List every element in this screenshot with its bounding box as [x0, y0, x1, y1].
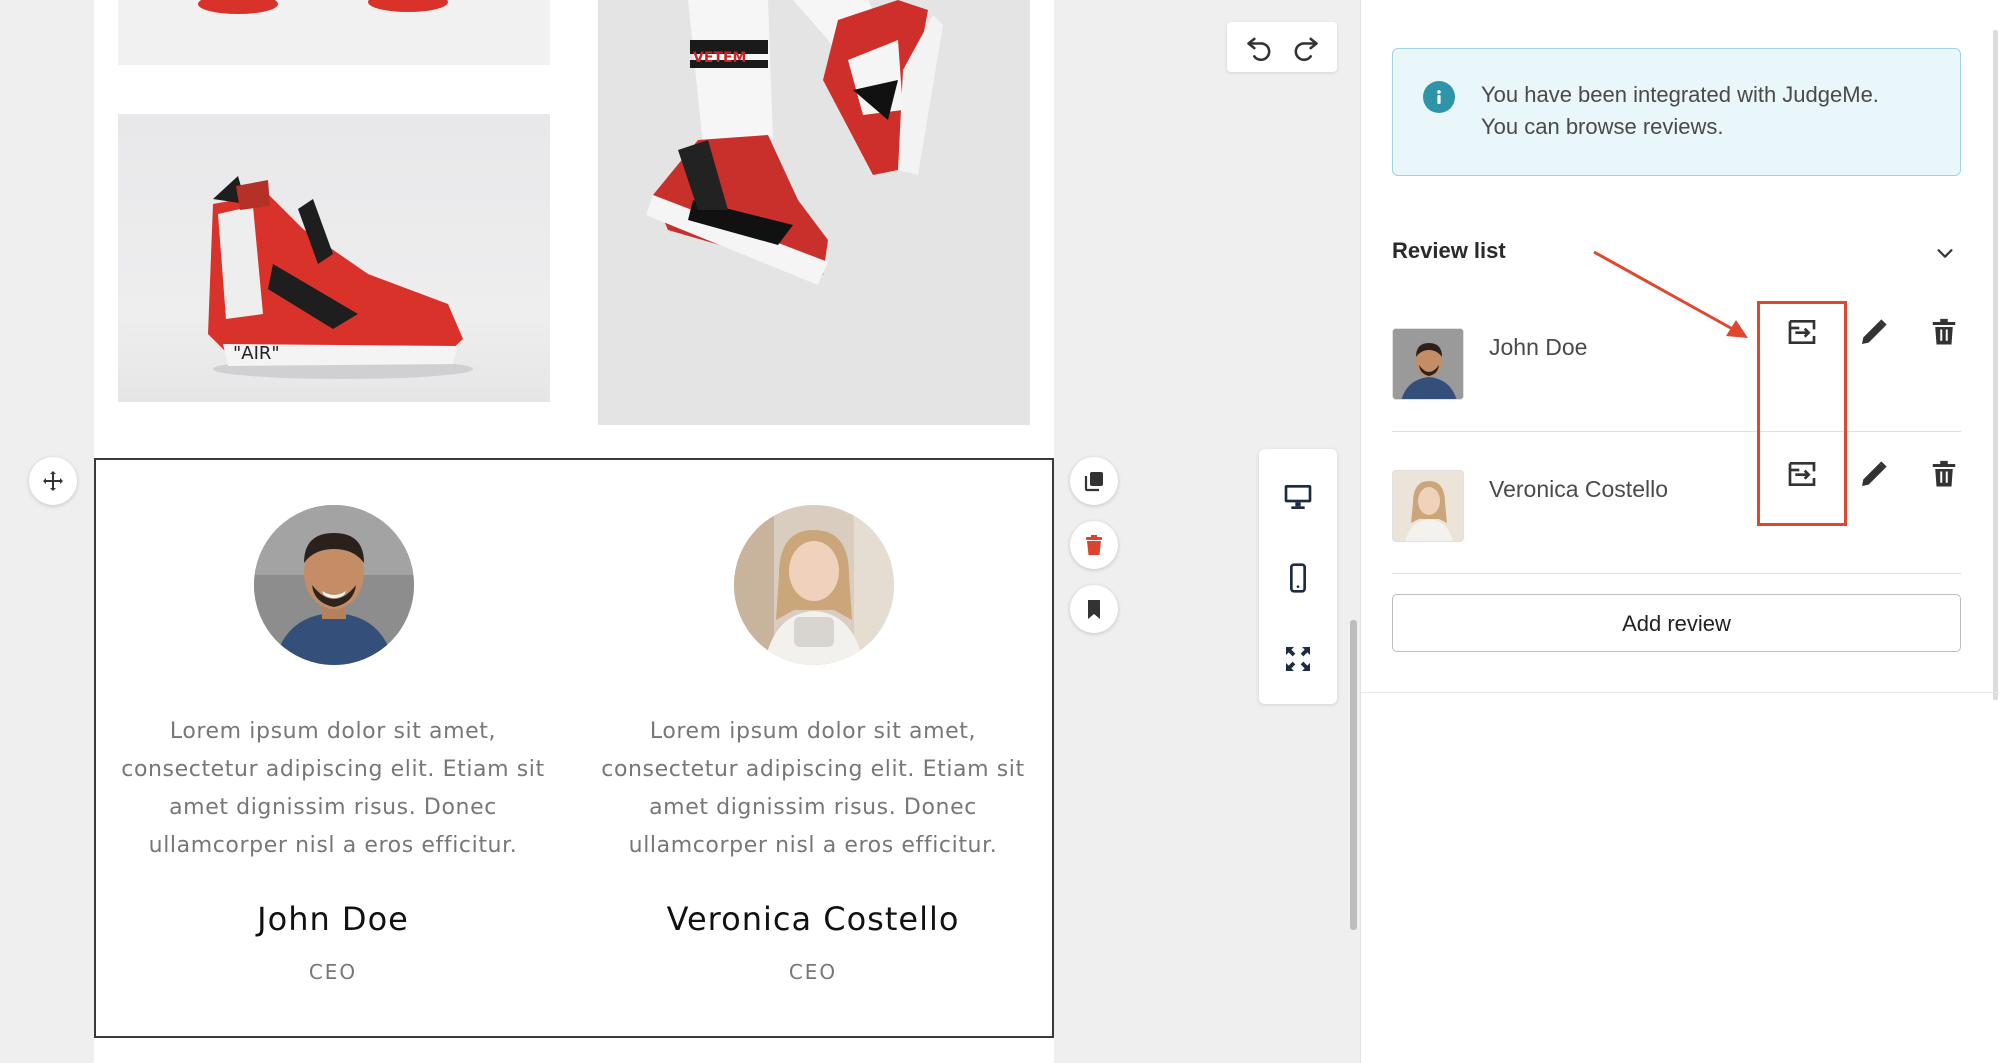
product-image-top-left[interactable]: [118, 0, 550, 65]
review-author-name: Veronica Costello: [1489, 476, 1668, 502]
bookmark-icon: [1088, 600, 1100, 619]
undo-icon[interactable]: [1245, 33, 1273, 61]
save-block-button[interactable]: [1070, 585, 1118, 633]
add-review-button[interactable]: Add review: [1392, 594, 1961, 652]
redo-icon[interactable]: [1292, 33, 1320, 61]
integration-info-banner: You have been integrated with JudgeMe. Y…: [1392, 48, 1961, 176]
testimonial-quote-veronica: Lorem ipsum dolor sit amet, consectetur …: [601, 719, 1025, 858]
delete-block-button[interactable]: [1070, 521, 1118, 569]
fullscreen-button[interactable]: [1274, 635, 1322, 683]
copy-icon: [1084, 472, 1103, 492]
edit-review-button[interactable]: [1854, 454, 1894, 494]
mobile-view-button[interactable]: [1274, 554, 1322, 602]
shoe-air-text: "AIR": [233, 343, 280, 364]
panel-scrollbar[interactable]: [1993, 30, 1998, 700]
testimonial-quote-john: Lorem ipsum dolor sit amet, consectetur …: [121, 719, 545, 858]
chevron-down-icon[interactable]: [1930, 238, 1960, 268]
panel-divider: [1360, 692, 1999, 693]
delete-review-button[interactable]: [1924, 312, 1964, 352]
testimonial-role-john: CEO: [308, 960, 358, 984]
trash-icon: [1086, 535, 1102, 555]
review-list-item: Veronica Costello: [1392, 432, 1961, 574]
delete-review-button[interactable]: [1924, 454, 1964, 494]
expand-icon: [1286, 647, 1310, 671]
pencil-icon: [1862, 319, 1887, 344]
info-icon: [1423, 81, 1455, 113]
product-image-legs[interactable]: VETEM: [598, 0, 1030, 425]
testimonial-name-john: John Doe: [257, 900, 409, 938]
review-author-name: John Doe: [1489, 334, 1588, 360]
info-message-line1: You have been integrated with JudgeMe.: [1481, 82, 1879, 107]
pencil-icon: [1862, 461, 1887, 486]
device-preview-panel: [1259, 449, 1337, 704]
info-message: You have been integrated with JudgeMe. Y…: [1481, 79, 1941, 143]
testimonial-avatar-veronica: [734, 505, 894, 665]
product-image-sneaker[interactable]: "AIR": [118, 114, 550, 402]
svg-text:VETEM: VETEM: [693, 50, 746, 66]
canvas-scrollbar[interactable]: [1350, 620, 1357, 930]
annotation-arrow: [1593, 250, 1748, 338]
review-avatar: [1392, 470, 1464, 542]
annotation-highlight-box: [1757, 301, 1847, 526]
move-block-button[interactable]: [29, 457, 77, 505]
testimonial-role-veronica: CEO: [788, 960, 838, 984]
info-message-line2: You can browse reviews.: [1481, 114, 1724, 139]
testimonial-name-veronica: Veronica Costello: [666, 900, 960, 938]
history-controls: [1227, 22, 1337, 72]
trash-icon: [1932, 460, 1956, 487]
duplicate-block-button[interactable]: [1070, 457, 1118, 505]
testimonial-avatar-john: [254, 505, 414, 665]
review-list-title: Review list: [1392, 238, 1506, 263]
move-icon: [43, 471, 63, 491]
review-avatar: [1392, 328, 1464, 400]
mobile-icon: [1290, 563, 1306, 593]
desktop-view-button[interactable]: [1274, 473, 1322, 521]
edit-review-button[interactable]: [1854, 312, 1894, 352]
trash-icon: [1932, 318, 1956, 345]
desktop-icon: [1284, 485, 1312, 509]
